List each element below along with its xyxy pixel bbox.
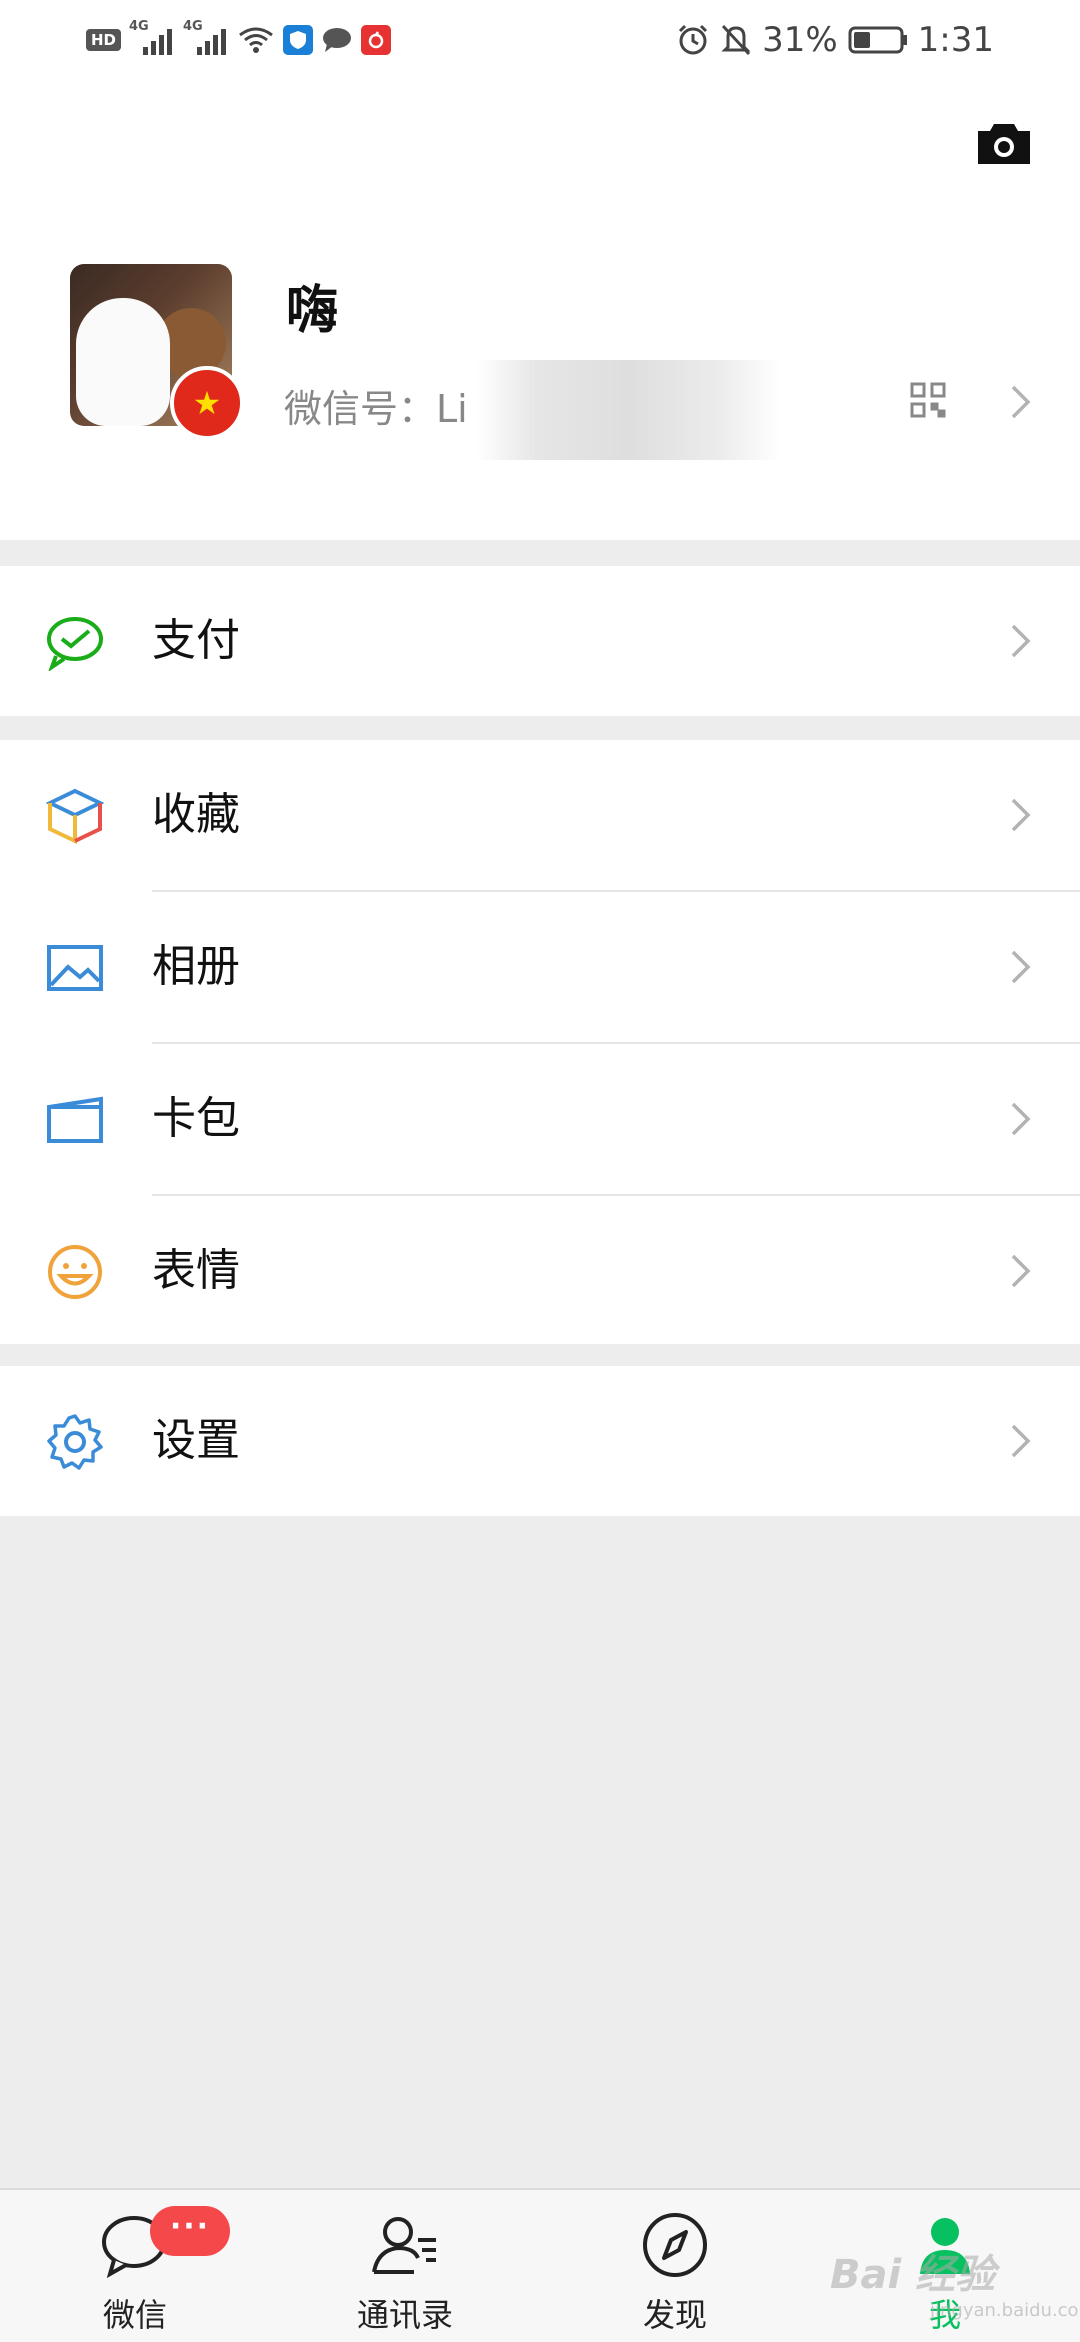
sim2-signal-icon: 4G xyxy=(183,19,229,57)
tab-label-contacts: 通讯录 xyxy=(356,2296,453,2334)
hd-indicator: HD xyxy=(86,29,122,51)
contacts-person-icon xyxy=(370,2210,440,2280)
menu-item-stickers[interactable]: 表情 xyxy=(0,1196,1080,1346)
security-app-icon xyxy=(283,25,314,55)
tab-chats[interactable]: ··· 微信 xyxy=(0,2190,270,2342)
tab-label-chats: 微信 xyxy=(102,2296,167,2334)
flag-badge-icon: ★ xyxy=(170,366,244,440)
chats-unread-badge: ··· xyxy=(150,2206,230,2256)
menu-item-album[interactable]: 相册 xyxy=(0,892,1080,1042)
sim1-signal-icon: 4G xyxy=(129,19,175,57)
mute-bell-icon xyxy=(720,23,752,57)
status-bar-left: HD 4G 4G xyxy=(86,18,392,62)
qr-code-icon[interactable] xyxy=(910,382,946,418)
profile-chevron-right-icon[interactable] xyxy=(1010,384,1032,420)
music-app-icon xyxy=(361,25,392,55)
chevron-right-icon xyxy=(1010,623,1032,659)
album-picture-icon xyxy=(46,939,104,997)
tab-label-discover: 发现 xyxy=(642,2296,707,2334)
wechat-id-prefix: 微信号： xyxy=(284,387,437,431)
pay-section: 支付 xyxy=(0,566,1080,716)
alarm-icon xyxy=(676,23,710,57)
wifi-icon xyxy=(237,25,275,55)
tab-contacts[interactable]: 通讯录 xyxy=(270,2190,540,2342)
watermark-logo: Bai 经验 xyxy=(830,2252,996,2298)
watermark-url: jingyan.baidu.com xyxy=(930,2300,1080,2321)
menu-label-favorites: 收藏 xyxy=(152,789,240,840)
card-wallet-icon xyxy=(46,1091,104,1149)
battery-icon xyxy=(848,25,908,55)
status-bar: HD 4G 4G 31% 1:31 xyxy=(0,0,1080,80)
battery-percent: 31% xyxy=(762,20,838,60)
tab-discover[interactable]: 发现 xyxy=(540,2190,810,2342)
avatar-white-bear xyxy=(76,298,170,426)
wechat-id-value: Li xyxy=(436,387,468,431)
chevron-right-icon xyxy=(1010,1253,1032,1289)
chevron-right-icon xyxy=(1010,1101,1032,1137)
menu-label-album: 相册 xyxy=(152,941,240,992)
menu-label-pay: 支付 xyxy=(152,615,240,666)
menu-item-favorites[interactable]: 收藏 xyxy=(0,740,1080,890)
menu-label-stickers: 表情 xyxy=(152,1245,240,1296)
profile-name: 嗨 xyxy=(286,281,339,341)
chevron-right-icon xyxy=(1010,949,1032,985)
favorites-cube-icon xyxy=(45,787,105,845)
status-bar-right: 31% 1:31 xyxy=(676,18,994,62)
sim2-network-label: 4G xyxy=(183,19,203,34)
settings-section: 设置 xyxy=(0,1366,1080,1516)
smiley-face-icon xyxy=(46,1243,104,1301)
sim1-network-label: 4G xyxy=(129,19,149,34)
menu-item-pay[interactable]: 支付 xyxy=(0,566,1080,716)
message-notification-icon xyxy=(321,26,353,54)
menu-label-settings: 设置 xyxy=(152,1415,240,1466)
compass-icon xyxy=(640,2210,710,2280)
camera-icon[interactable] xyxy=(976,122,1032,166)
wechat-id: 微信号：Li xyxy=(284,378,468,433)
gear-icon xyxy=(46,1413,104,1471)
chevron-right-icon xyxy=(1010,797,1032,833)
tools-section: 收藏 相册 卡包 表情 xyxy=(0,740,1080,1344)
menu-item-cards[interactable]: 卡包 xyxy=(0,1044,1080,1194)
chevron-right-icon xyxy=(1010,1423,1032,1459)
menu-label-cards: 卡包 xyxy=(152,1093,240,1144)
clock-time: 1:31 xyxy=(917,20,994,60)
menu-item-settings[interactable]: 设置 xyxy=(0,1366,1080,1516)
redacted-id-blur xyxy=(476,360,781,460)
pay-icon xyxy=(46,613,104,673)
